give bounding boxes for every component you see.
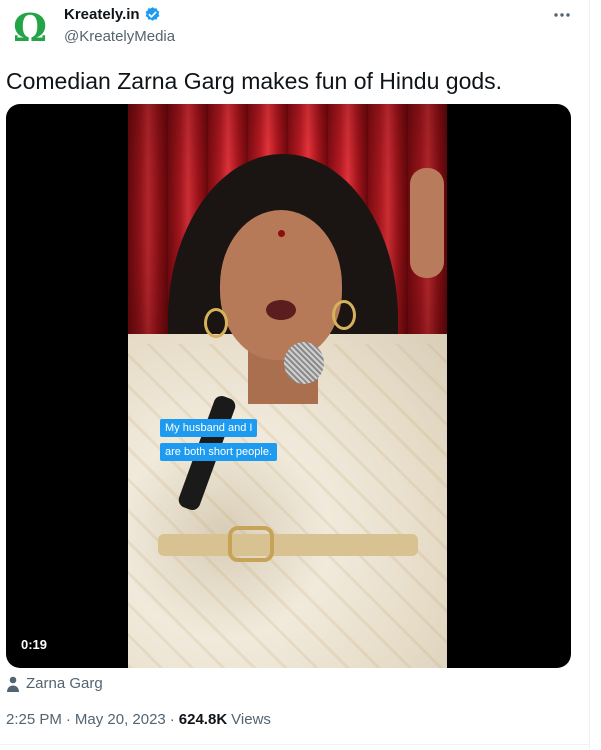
meta-separator: · <box>169 711 175 728</box>
video-frame: My husband and I are both short people. <box>128 104 447 668</box>
belt <box>158 534 418 556</box>
author-display-name[interactable]: Kreately.in <box>64 6 140 23</box>
earring-left <box>204 308 228 338</box>
more-options-icon[interactable] <box>551 4 573 26</box>
tweet-card: Ω Kreately.in @KreatelyMedia Comedian Za… <box>0 0 590 750</box>
video-caption: My husband and I are both short people. <box>160 418 278 466</box>
divider <box>0 744 590 745</box>
person-icon <box>7 676 19 692</box>
earring-right <box>332 300 356 330</box>
caption-line: are both short people. <box>160 443 278 461</box>
performer-mouth <box>266 300 296 320</box>
belt-buckle <box>228 526 274 562</box>
avatar-logo-icon: Ω <box>13 5 47 50</box>
media-attribution[interactable]: Zarna Garg <box>6 675 103 692</box>
views-label: Views <box>231 711 271 728</box>
verified-badge-icon <box>145 7 159 21</box>
video-duration: 0:19 <box>21 637 48 652</box>
tweet-date[interactable]: May 20, 2023 <box>75 711 166 728</box>
attribution-name[interactable]: Zarna Garg <box>26 675 103 692</box>
author-avatar[interactable]: Ω <box>8 6 52 50</box>
author-name-row: Kreately.in <box>64 6 161 23</box>
tweet-time[interactable]: 2:25 PM <box>6 711 62 728</box>
views-count: 624.8K <box>178 711 228 728</box>
meta-separator: · <box>65 711 71 728</box>
caption-line: My husband and I <box>160 419 258 437</box>
bindi <box>278 230 285 237</box>
author-handle[interactable]: @KreatelyMedia <box>64 28 175 45</box>
performer-hand <box>410 168 444 278</box>
tweet-text: Comedian Zarna Garg makes fun of Hindu g… <box>6 68 503 94</box>
video-player[interactable]: My husband and I are both short people. … <box>6 104 571 668</box>
microphone-icon <box>284 342 324 384</box>
ellipsis-icon <box>554 13 570 17</box>
tweet-metadata: 2:25 PM · May 20, 2023 · 624.8K Views <box>6 711 271 728</box>
